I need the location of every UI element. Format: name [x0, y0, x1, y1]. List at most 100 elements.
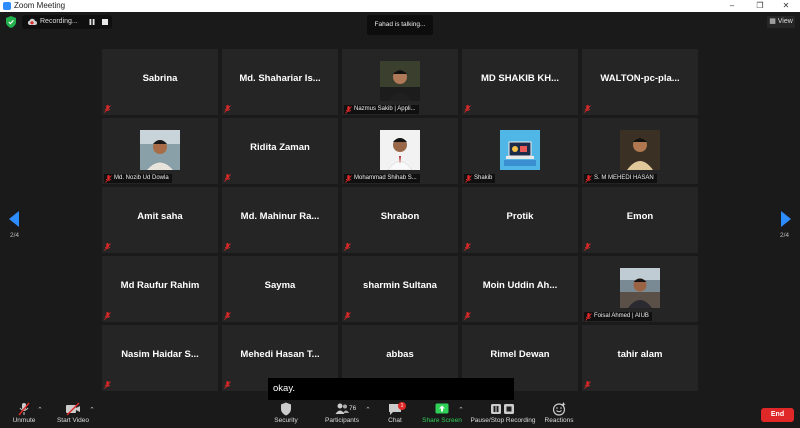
participant-name: Mehedi Hasan T... — [240, 348, 320, 360]
participant-tile[interactable]: tahir alam — [582, 325, 698, 391]
participant-tile[interactable]: Sabrina — [102, 49, 218, 115]
stop-recording-icon[interactable] — [102, 19, 108, 25]
reactions-button[interactable]: Reactions — [542, 402, 576, 425]
participant-label-text: Md. Nozib Ud Dowla — [114, 175, 169, 181]
participant-tile[interactable]: sharmin Sultana — [342, 256, 458, 322]
closed-caption: okay. — [268, 378, 514, 400]
muted-mic-icon — [224, 105, 231, 113]
participant-tile[interactable]: MD SHAKIB KH... — [462, 49, 578, 115]
muted-mic-icon — [224, 174, 231, 182]
participant-avatar-image — [500, 130, 540, 170]
muted-mic-icon — [344, 312, 351, 320]
muted-mic-icon — [104, 381, 111, 389]
participant-label: Mohammad Shihab S... — [344, 174, 420, 183]
end-meeting-button[interactable]: End — [761, 408, 794, 422]
shield-icon[interactable] — [6, 16, 16, 28]
participant-tile[interactable]: Ridita Zaman — [222, 118, 338, 184]
participant-tile[interactable]: Nazmus Sakib | Appli... — [342, 49, 458, 115]
participant-tile[interactable]: Shrabon — [342, 187, 458, 253]
participant-photo — [380, 61, 420, 101]
participants-label: Participants — [325, 417, 359, 424]
security-shield-icon — [281, 402, 291, 416]
start-video-label: Start Video — [56, 417, 90, 424]
pause-recording-icon[interactable] — [89, 19, 95, 25]
share-screen-icon — [435, 403, 449, 414]
participant-name: abbas — [386, 348, 414, 360]
muted-mic-icon — [104, 243, 111, 251]
participant-name: Nasim Haidar S... — [121, 348, 199, 360]
muted-mic-icon — [585, 174, 592, 183]
participant-tile[interactable]: Nasim Haidar S... — [102, 325, 218, 391]
participant-name: Md. Shahariar Is... — [239, 72, 321, 84]
participant-name: Sayma — [264, 279, 296, 291]
muted-mic-icon — [344, 243, 351, 251]
muted-microphone-icon — [18, 402, 30, 416]
participant-name: Shrabon — [380, 210, 420, 222]
participant-tile[interactable]: Amit saha — [102, 187, 218, 253]
participant-name: Md. Mahinur Ra... — [240, 210, 320, 222]
muted-mic-icon — [345, 105, 352, 114]
close-button[interactable]: ✕ — [772, 0, 800, 12]
participant-tile[interactable]: Md. Nozib Ud Dowla — [102, 118, 218, 184]
participant-tile[interactable]: WALTON-pc-pla... — [582, 49, 698, 115]
video-off-icon — [66, 402, 80, 416]
participants-options-caret-icon[interactable]: ⌃ — [365, 406, 371, 414]
view-label: View — [777, 18, 793, 25]
participant-tile[interactable]: Sayma — [222, 256, 338, 322]
maximize-button[interactable]: ❐ — [746, 0, 774, 12]
view-button[interactable]: ▦ View — [767, 16, 795, 28]
participant-name: Sabrina — [142, 72, 178, 84]
muted-mic-icon — [104, 312, 111, 320]
participant-label: Md. Nozib Ud Dowla — [104, 174, 172, 183]
participant-name: Amit saha — [137, 210, 183, 222]
participants-count: 76 — [349, 405, 357, 412]
muted-mic-icon — [464, 243, 471, 251]
participant-name: Rimel Dewan — [490, 348, 550, 360]
participant-tile[interactable]: Md Raufur Rahim — [102, 256, 218, 322]
participant-tile[interactable]: S. M MEHEDI HASAN — [582, 118, 698, 184]
unmute-button[interactable]: Unmute — [8, 402, 40, 425]
start-video-button[interactable]: Start Video — [54, 402, 92, 425]
participant-photo — [620, 268, 660, 308]
muted-mic-icon — [464, 312, 471, 320]
participant-tile[interactable]: Md. Mahinur Ra... — [222, 187, 338, 253]
minimize-button[interactable]: – — [718, 0, 746, 12]
active-speaker-indicator: Fahad is talking... — [367, 15, 433, 35]
pause-stop-recording-label: Pause/Stop Recording — [470, 417, 536, 424]
participant-name: Ridita Zaman — [250, 141, 310, 153]
reactions-label: Reactions — [544, 417, 574, 424]
participant-label: Shakib — [464, 174, 496, 183]
participant-label-text: Shakib — [474, 175, 493, 181]
participant-name: Moin Uddin Ah... — [482, 279, 558, 291]
muted-mic-icon — [585, 312, 592, 321]
participants-button[interactable]: Participants — [320, 402, 364, 425]
share-options-caret-icon[interactable]: ⌃ — [458, 406, 464, 414]
recording-label: Recording... — [40, 18, 78, 25]
participant-tile[interactable]: Protik — [462, 187, 578, 253]
cloud-recording-icon — [27, 18, 37, 25]
security-button[interactable]: Security — [270, 402, 302, 425]
participants-icon — [335, 403, 349, 414]
participant-label-text: Nazmus Sakib | Appli... — [354, 106, 416, 112]
participant-name: Md Raufur Rahim — [120, 279, 200, 291]
muted-mic-icon — [105, 174, 112, 183]
pause-stop-recording-button[interactable]: Pause/Stop Recording — [470, 402, 536, 425]
participant-tile[interactable]: Mohammad Shihab S... — [342, 118, 458, 184]
video-options-caret-icon[interactable]: ⌃ — [89, 406, 95, 414]
page-indicator-left: 2/4 — [10, 232, 20, 239]
muted-mic-icon — [584, 381, 591, 389]
participant-name: MD SHAKIB KH... — [480, 72, 560, 84]
previous-page-arrow-icon[interactable] — [9, 211, 19, 227]
chat-unread-badge: 1 — [398, 402, 406, 410]
gallery-grid: Sabrina Md. Shahariar Is... Nazmus Sakib… — [102, 49, 698, 391]
audio-options-caret-icon[interactable]: ⌃ — [37, 406, 43, 414]
participant-label-text: Mohammad Shihab S... — [354, 175, 417, 181]
participant-tile[interactable]: Moin Uddin Ah... — [462, 256, 578, 322]
participant-tile[interactable]: Shakib — [462, 118, 578, 184]
participant-tile[interactable]: Emon — [582, 187, 698, 253]
next-page-arrow-icon[interactable] — [781, 211, 791, 227]
participant-tile[interactable]: Md. Shahariar Is... — [222, 49, 338, 115]
participant-tile[interactable]: Foisal Ahmed | AIUB — [582, 256, 698, 322]
participant-name: Emon — [626, 210, 654, 222]
zoom-logo-icon — [3, 2, 11, 10]
